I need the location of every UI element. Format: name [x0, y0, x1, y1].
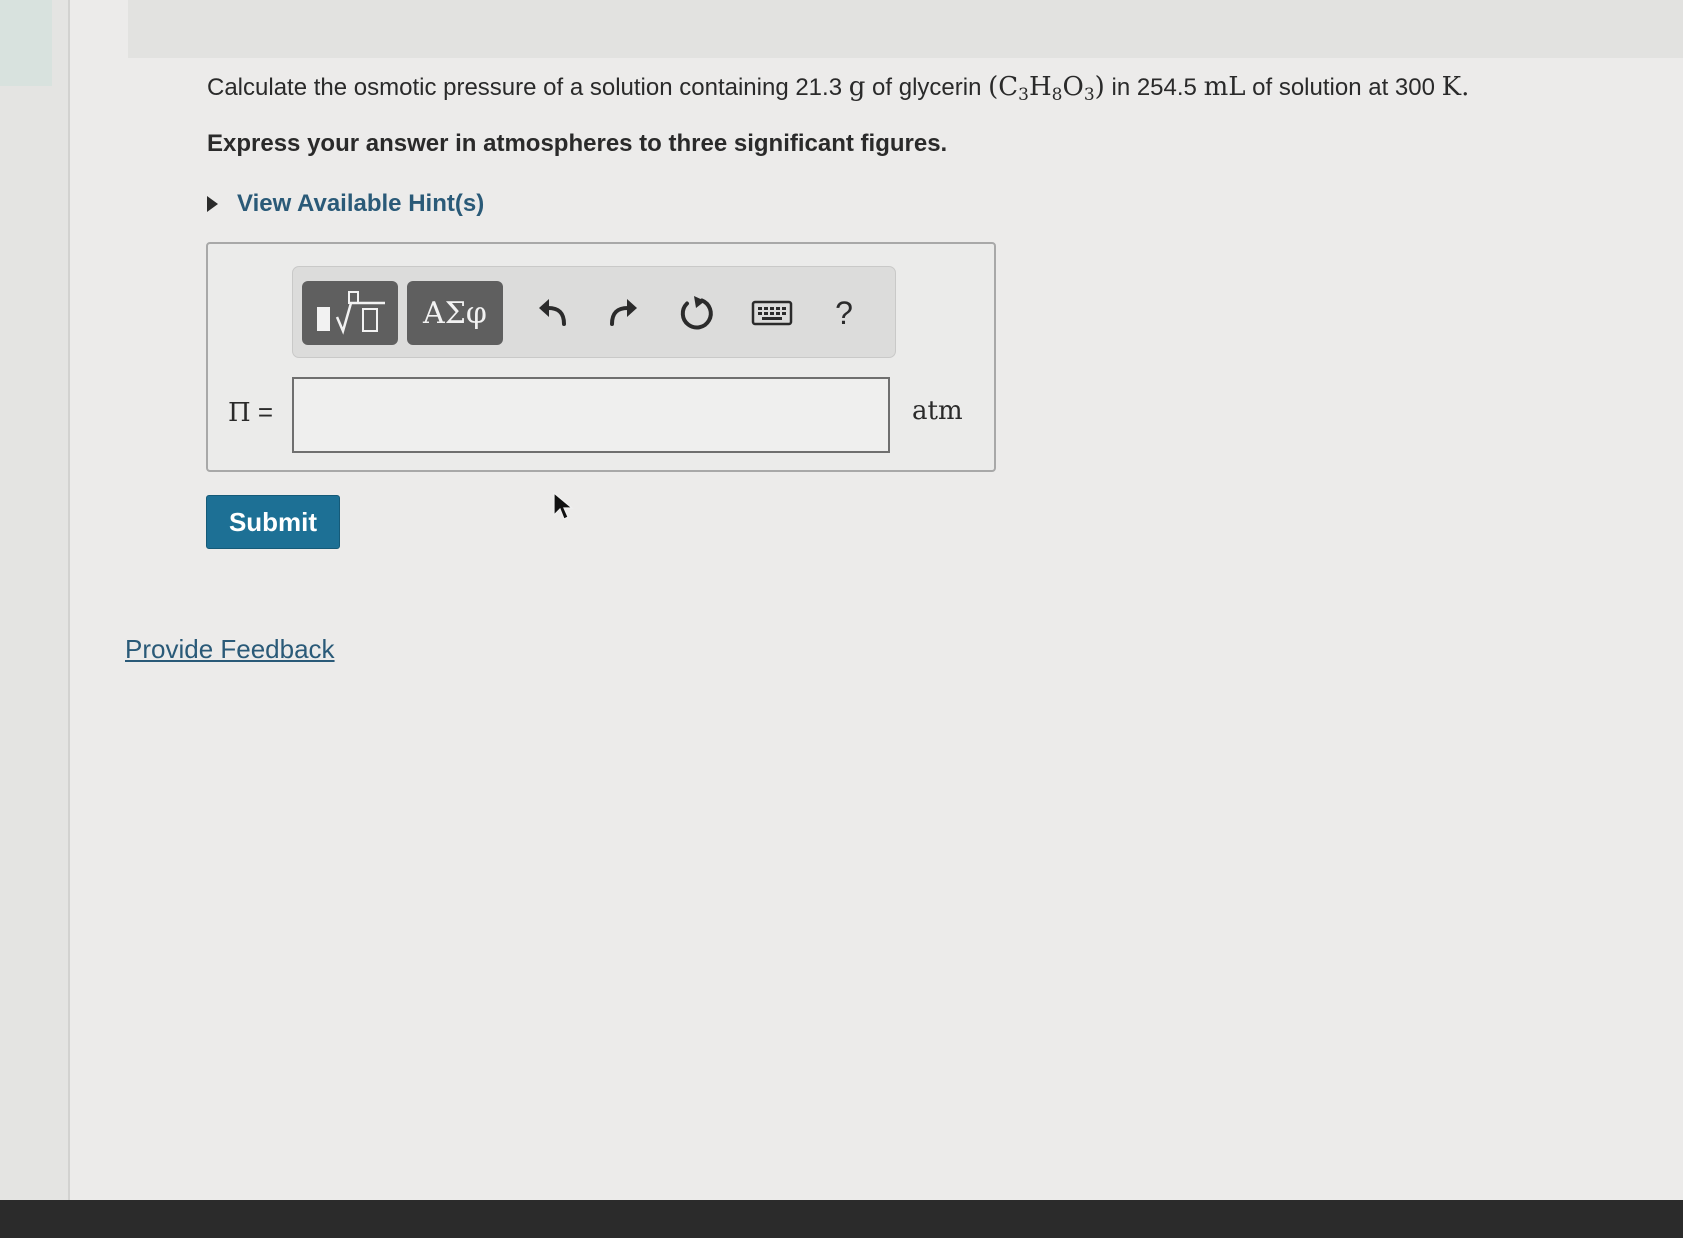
- glycerin-formula: (C3H8O3): [988, 72, 1105, 105]
- symbols-button[interactable]: ΑΣφ: [407, 281, 503, 345]
- mass-unit: g: [848, 72, 866, 102]
- templates-icon: [317, 291, 385, 335]
- mouse-pointer-icon: [553, 491, 574, 520]
- reset-icon: [680, 296, 713, 330]
- keyboard-button[interactable]: [748, 289, 796, 337]
- undo-button[interactable]: [529, 289, 577, 337]
- reset-button[interactable]: [673, 289, 721, 337]
- redo-icon: [610, 299, 637, 326]
- redo-button[interactable]: [599, 289, 647, 337]
- help-icon: ?: [835, 294, 853, 331]
- caret-right-icon: [207, 196, 218, 212]
- bottom-bezel: [0, 1200, 1683, 1238]
- answer-instruction: Express your answer in atmospheres to th…: [207, 130, 948, 157]
- symbols-label: ΑΣφ: [423, 295, 487, 331]
- left-rail-tab[interactable]: [0, 0, 52, 86]
- answer-panel: ΑΣφ ? Π = atm: [206, 242, 996, 472]
- answer-unit: atm: [912, 396, 963, 426]
- left-rail: [0, 0, 70, 1200]
- undo-icon: [539, 299, 566, 326]
- answer-variable-label: Π =: [228, 397, 274, 428]
- provide-feedback-link[interactable]: Provide Feedback: [125, 634, 335, 665]
- templates-button[interactable]: [302, 281, 398, 345]
- answer-input[interactable]: [292, 377, 890, 453]
- temperature-unit: K: [1441, 72, 1462, 102]
- keyboard-icon: [751, 300, 793, 326]
- header-strip: [128, 0, 1683, 58]
- math-toolbar: ΑΣφ ?: [292, 266, 896, 358]
- help-button[interactable]: ?: [820, 289, 868, 337]
- submit-button[interactable]: Submit: [206, 495, 340, 549]
- content-area: [70, 0, 1683, 1200]
- view-hints-label: View Available Hint(s): [237, 190, 485, 217]
- question-text: Calculate the osmotic pressure of a solu…: [207, 72, 1470, 105]
- volume-unit: mL: [1203, 72, 1246, 102]
- view-hints-toggle[interactable]: View Available Hint(s): [207, 190, 484, 218]
